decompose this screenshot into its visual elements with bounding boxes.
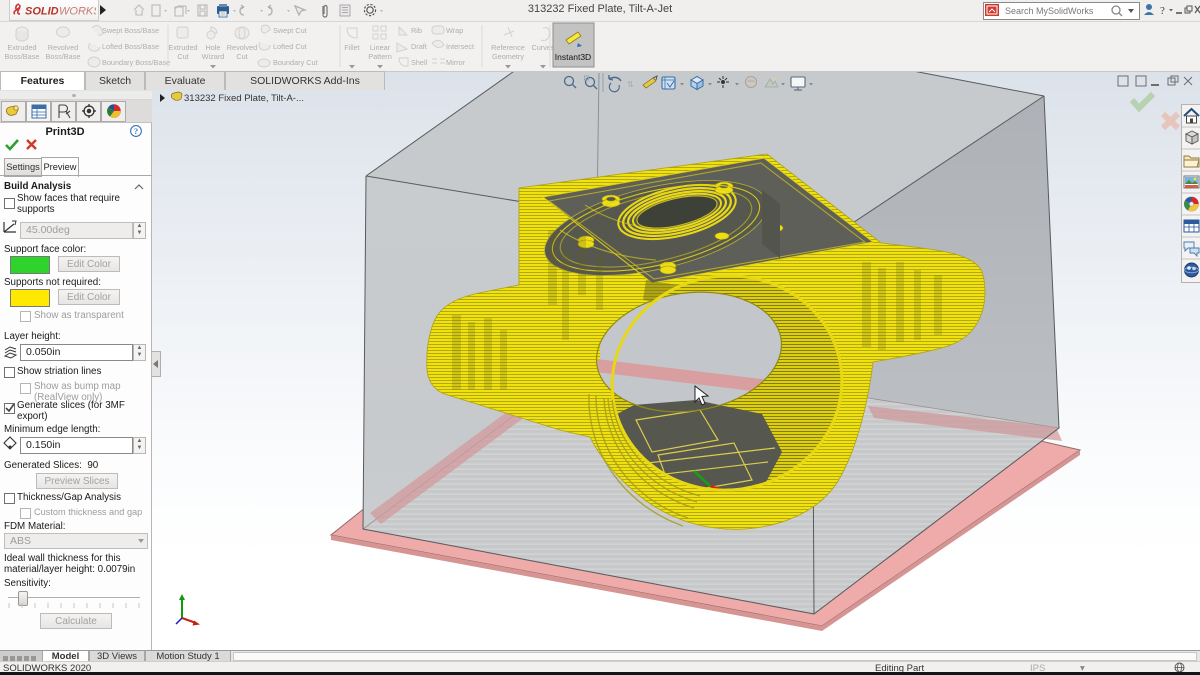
- svg-text:Geometry: Geometry: [492, 52, 524, 61]
- svg-text:Pattern: Pattern: [368, 52, 392, 61]
- svg-text:Swept Boss/Base: Swept Boss/Base: [102, 26, 159, 35]
- svg-text:Mirror: Mirror: [446, 58, 466, 67]
- svg-text:Cut: Cut: [177, 52, 188, 61]
- svg-text:Boundary Cut: Boundary Cut: [273, 58, 318, 67]
- svg-text:Extruded: Extruded: [7, 43, 36, 52]
- svg-text:Wrap: Wrap: [446, 26, 463, 35]
- svg-text:⇅: ⇅: [627, 80, 634, 89]
- svg-text:Revolved: Revolved: [227, 43, 257, 52]
- svg-text:Lofted Cut: Lofted Cut: [273, 42, 307, 51]
- svg-text:Linear: Linear: [370, 43, 391, 52]
- svg-text:313232 Fixed Plate, Tilt-A-...: 313232 Fixed Plate, Tilt-A-...: [184, 93, 304, 104]
- svg-text:Boss/Base: Boss/Base: [5, 52, 40, 61]
- svg-text:Fillet: Fillet: [344, 43, 359, 52]
- svg-text:Lofted Boss/Base: Lofted Boss/Base: [102, 42, 159, 51]
- svg-text:Curves: Curves: [531, 43, 554, 52]
- svg-text:Wizard: Wizard: [202, 52, 225, 61]
- svg-text:Shell: Shell: [411, 58, 428, 67]
- svg-text:?: ?: [1160, 5, 1165, 17]
- svg-text:Boss/Base: Boss/Base: [46, 52, 81, 61]
- svg-text:Cut: Cut: [236, 52, 247, 61]
- svg-text:Boundary Boss/Base: Boundary Boss/Base: [102, 58, 170, 67]
- svg-text:Rib: Rib: [411, 26, 422, 35]
- svg-text:Swept Cut: Swept Cut: [273, 26, 307, 35]
- svg-text:Reference: Reference: [491, 43, 525, 52]
- svg-text:Intersect: Intersect: [446, 42, 474, 51]
- svg-text:Draft: Draft: [411, 42, 427, 51]
- svg-text:Hole: Hole: [205, 43, 220, 52]
- svg-text:?: ?: [134, 126, 138, 136]
- svg-text:Revolved: Revolved: [48, 43, 78, 52]
- svg-text:Extruded: Extruded: [168, 43, 197, 52]
- svg-text:Instant3D: Instant3D: [555, 52, 591, 62]
